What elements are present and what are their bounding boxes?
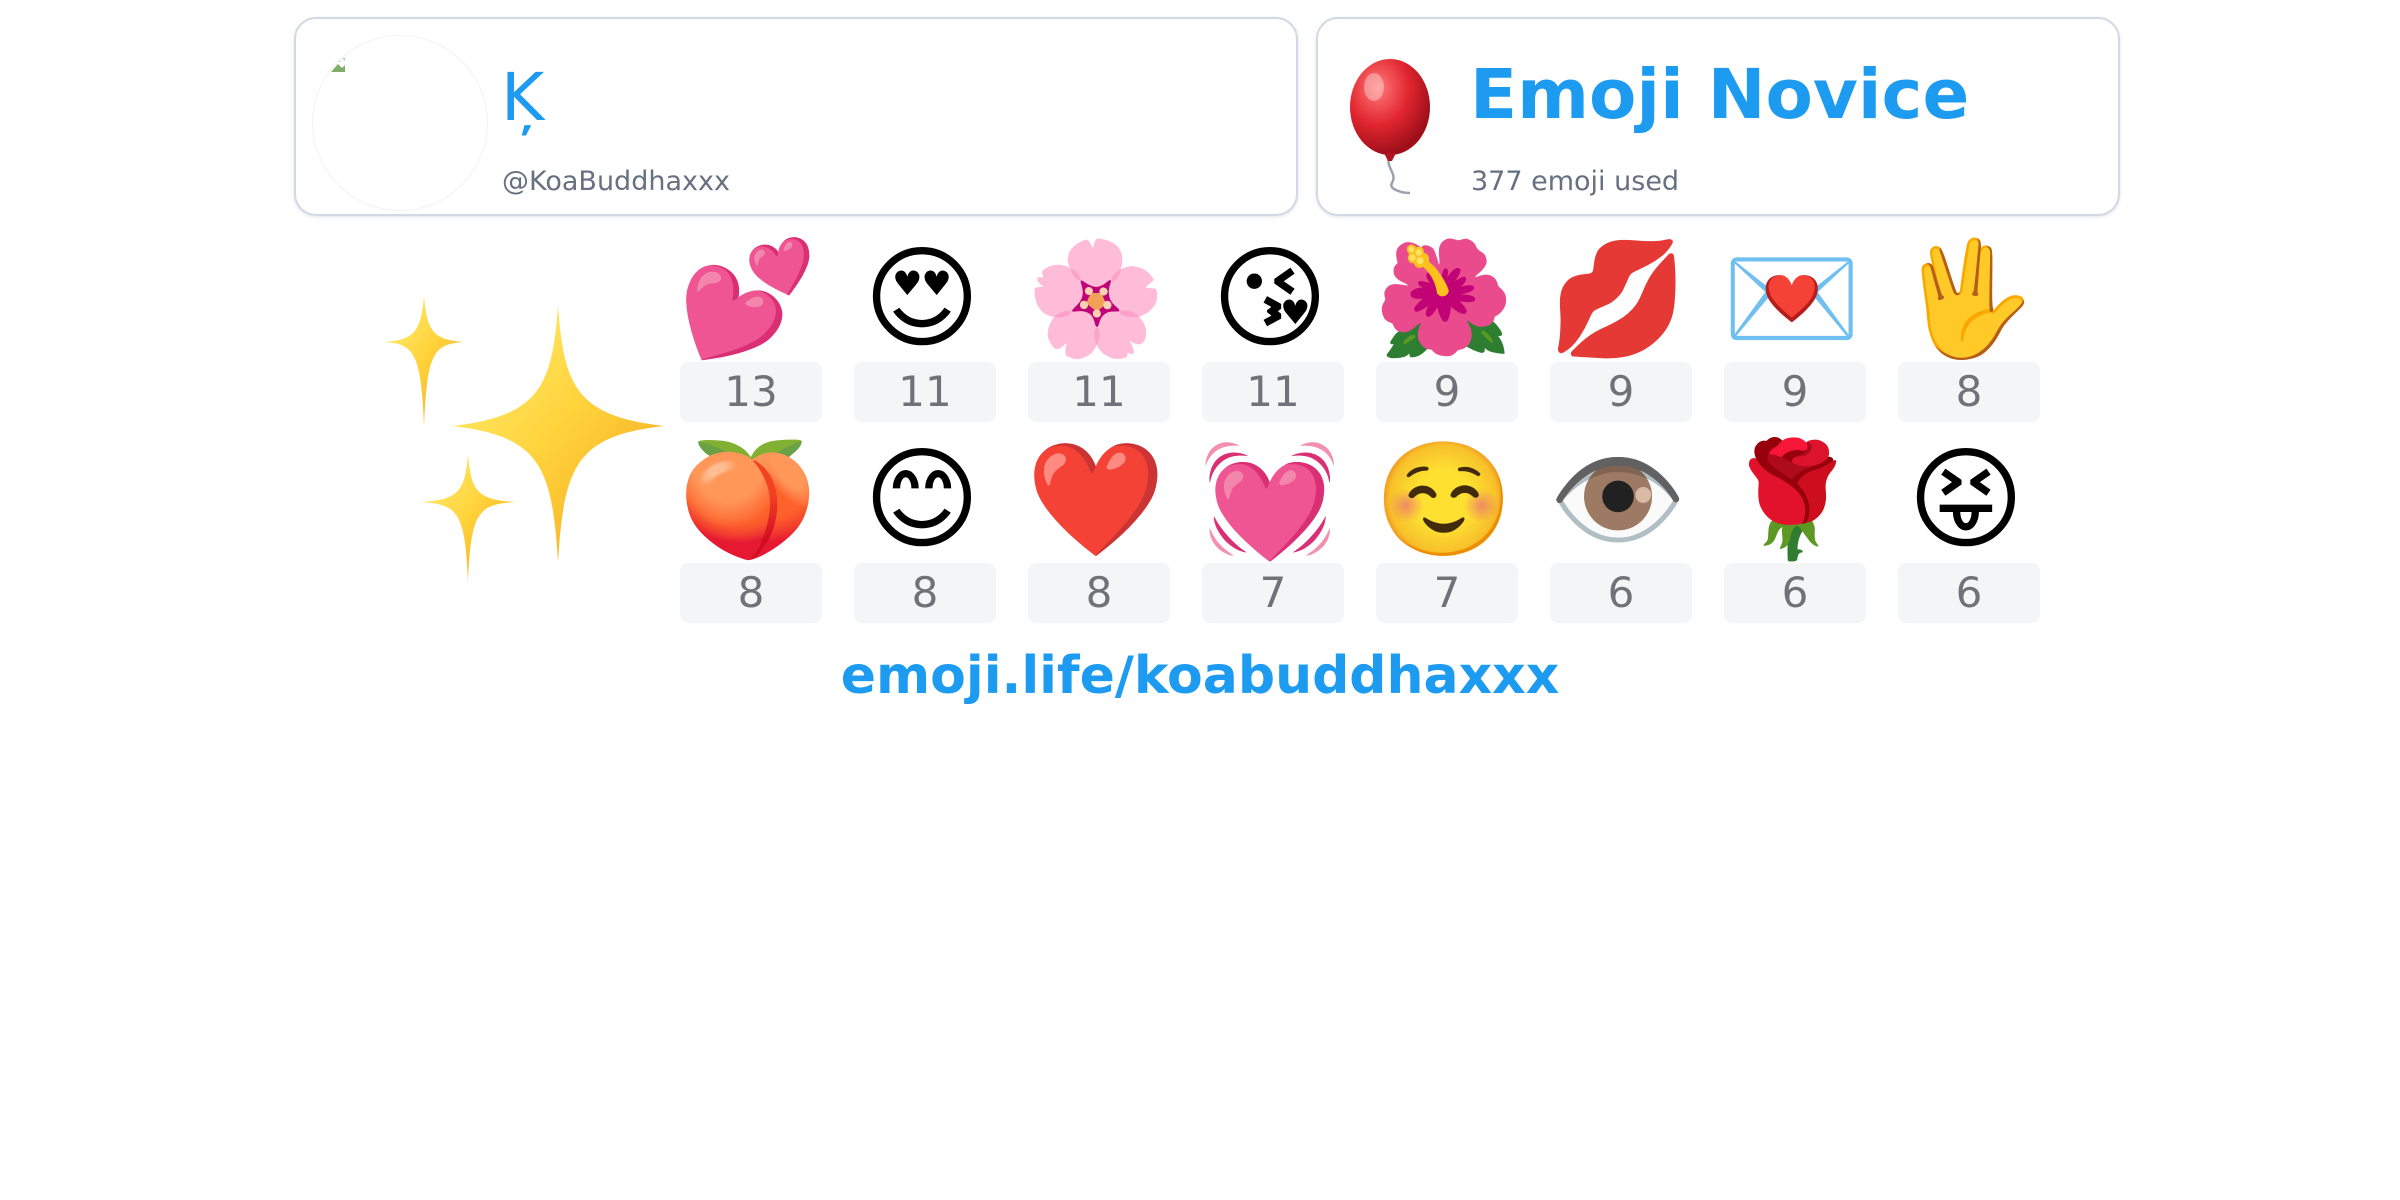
emoji-count: 9 [1607,367,1635,416]
rank-title: Emoji Novice [1470,55,1970,135]
emoji-item[interactable]: 🌺 9 [1366,234,1540,434]
emoji-count: 11 [1246,367,1300,416]
emoji-count-badge: 8 [854,563,996,623]
emoji-item[interactable]: 🌹 6 [1714,435,1888,635]
emoji-item[interactable]: 😘 11 [1192,234,1366,434]
emoji-count: 9 [1433,367,1461,416]
emoji-count-badge: 13 [680,362,822,422]
profile-card[interactable]: Ķ @KoaBuddhaxxx [294,17,1298,216]
emoji-item[interactable]: 🖖 8 [1888,234,2062,434]
squinting-tongue-emoji: 😝 [1907,435,2025,565]
emoji-count-badge: 8 [680,563,822,623]
emoji-count: 11 [1072,367,1126,416]
face-blowing-kiss-emoji: 😘 [1211,234,1329,364]
smiling-face-emoji: ☺️ [1374,435,1514,565]
user-handle: @KoaBuddhaxxx [502,166,730,197]
emoji-count: 8 [911,568,939,617]
emoji-count-badge: 7 [1376,563,1518,623]
smiling-face-smiling-eyes-emoji: 😊 [863,435,981,565]
emoji-item[interactable]: 🍑 8 [670,435,844,635]
balloon-icon [1350,59,1430,195]
red-heart-emoji: ❤️ [1026,435,1166,565]
emoji-count: 9 [1781,367,1809,416]
emoji-count: 7 [1433,568,1461,617]
sparkles-icon [384,296,664,582]
emoji-stats-page: Ķ @KoaBuddhaxxx Emoji Novice 377 emoji u… [0,0,2400,1200]
beating-heart-emoji: 💓 [1200,435,1340,565]
heart-eyes-emoji: 😍 [863,234,981,364]
vulcan-salute-emoji: 🖖 [1896,234,2036,364]
avatar[interactable] [312,35,488,211]
emoji-count-badge: 7 [1202,563,1344,623]
rank-card: Emoji Novice 377 emoji used [1316,17,2120,216]
peach-emoji: 🍑 [678,435,818,565]
emoji-count-badge: 6 [1724,563,1866,623]
eye-emoji: 👁️ [1548,435,1688,565]
emoji-item[interactable]: 💓 7 [1192,435,1366,635]
two-hearts-emoji: 💕 [678,234,818,364]
emoji-count-badge: 9 [1376,362,1518,422]
emoji-item[interactable]: 😊 8 [844,435,1018,635]
display-name: Ķ [501,59,545,136]
emoji-item[interactable]: 😍 11 [844,234,1018,434]
kiss-mark-emoji: 💋 [1548,234,1688,364]
emoji-count: 7 [1259,568,1287,617]
emoji-count-badge: 6 [1550,563,1692,623]
emoji-count-badge: 8 [1898,362,2040,422]
emoji-item[interactable]: 💕 13 [670,234,844,434]
broken-image-icon [331,58,345,72]
emoji-count-badge: 9 [1724,362,1866,422]
profile-link[interactable]: emoji.life/koabuddhaxxx [0,650,2400,702]
emoji-item[interactable]: 💋 9 [1540,234,1714,434]
love-letter-emoji: 💌 [1722,234,1862,364]
emoji-count-badge: 11 [1028,362,1170,422]
emoji-item[interactable]: ☺️ 7 [1366,435,1540,635]
emoji-count: 6 [1781,568,1809,617]
emoji-count-badge: 9 [1550,362,1692,422]
emoji-count: 6 [1955,568,1983,617]
emoji-count-badge: 11 [1202,362,1344,422]
emoji-item[interactable]: ❤️ 8 [1018,435,1192,635]
emoji-count: 11 [898,367,952,416]
emoji-used-count: 377 emoji used [1471,166,1680,197]
emoji-count-badge: 11 [854,362,996,422]
rose-emoji: 🌹 [1722,435,1862,565]
emoji-item[interactable]: 💌 9 [1714,234,1888,434]
emoji-count: 8 [737,568,765,617]
emoji-item[interactable]: 😝 6 [1888,435,2062,635]
emoji-count: 8 [1085,568,1113,617]
emoji-count: 6 [1607,568,1635,617]
emoji-item[interactable]: 👁️ 6 [1540,435,1714,635]
emoji-count-badge: 8 [1028,563,1170,623]
emoji-count-badge: 6 [1898,563,2040,623]
emoji-item[interactable]: 🌸 11 [1018,234,1192,434]
cherry-blossom-emoji: 🌸 [1026,234,1166,364]
top-emoji-grid: 💕 13 😍 11 🌸 11 😘 11 🌺 9 💋 9 💌 9 🖖 8 🍑 8 😊 8 ❤️ 8 💓 7 ☺️ 7 👁️ 6 🌹 6 😝 6 [670,234,2062,635]
emoji-count: 13 [724,367,778,416]
emoji-count: 8 [1955,367,1983,416]
hibiscus-emoji: 🌺 [1374,234,1514,364]
